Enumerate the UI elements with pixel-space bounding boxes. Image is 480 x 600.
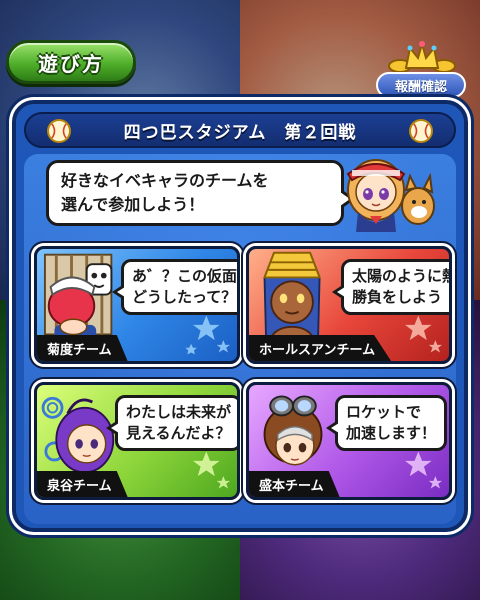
izumiya-line-1: わたしは未来が <box>126 403 232 421</box>
morimoto-team-name: 盛本チーム <box>249 471 340 497</box>
baseball-icon <box>47 119 71 143</box>
bubble-tail-fill <box>331 423 339 433</box>
intro-line-1: 好きなイベキャラのチームを <box>61 171 269 190</box>
horusan-line-1: 太陽のように熱い <box>352 267 449 285</box>
kikudo-line-2: どうしたって？ <box>132 288 237 306</box>
horusan-line-2: 勝負をしよう <box>352 288 443 306</box>
reward-check-button[interactable]: 報酬確認 <box>376 40 466 98</box>
izumiya-line-2: 見えるんだよ？ <box>126 424 231 442</box>
how-to-play-button[interactable]: 遊び方 <box>6 40 136 84</box>
morimoto-line-2: 加速します！ <box>346 424 437 442</box>
team-card-kikudo[interactable]: あ゛？この仮面が どうしたって？ 菊度チーム <box>34 246 240 364</box>
kikudo-line-1: あ゛？この仮面が <box>132 267 238 285</box>
crown-coins-icon <box>388 40 456 73</box>
izumiya-team-name: 泉谷チーム <box>37 471 128 497</box>
team-card-horusan[interactable]: 太陽のように熱い 勝負をしよう ホールスアンチーム <box>246 246 452 364</box>
kikudo-speech-bubble: あ゛？この仮面が どうしたって？ <box>112 259 238 315</box>
panel-title: 四つ巴スタジアム 第２回戦 <box>123 122 357 143</box>
team-card-morimoto[interactable]: ロケットで 加速します！ 盛本チーム <box>246 382 452 500</box>
intro-line-2: 選んで参加しよう！ <box>61 195 205 214</box>
bubble-tail-fill <box>337 287 345 297</box>
kikudo-team-name: 菊度チーム <box>37 335 128 361</box>
horusan-team-name: ホールスアンチーム <box>249 335 392 361</box>
morimoto-line-1: ロケットで <box>346 403 422 421</box>
team-card-izumiya[interactable]: わたしは未来が 見えるんだよ？ 泉谷チーム <box>34 382 240 500</box>
bubble-tail-fill <box>111 423 119 433</box>
intro-speech-bubble: 好きなイベキャラのチームを 選んで参加しよう！ <box>46 160 355 226</box>
bubble-tail-fill <box>117 287 125 297</box>
izumiya-speech-bubble: わたしは未来が 見えるんだよ？ <box>106 395 237 451</box>
horusan-speech-bubble: 太陽のように熱い 勝負をしよう <box>332 259 449 315</box>
reward-check-label: 報酬確認 <box>376 72 466 98</box>
morimoto-speech-bubble: ロケットで 加速します！ <box>326 395 448 451</box>
guide-character-icon <box>346 159 435 232</box>
